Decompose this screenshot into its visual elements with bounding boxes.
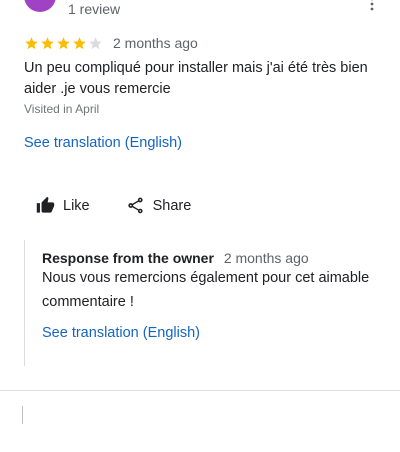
owner-response-label: Response from the owner <box>42 250 214 266</box>
star-filled-icon <box>57 36 70 49</box>
see-translation-link[interactable]: See translation (English) <box>24 135 182 151</box>
owner-response: Response from the owner 2 months ago Nou… <box>24 240 384 366</box>
review-text: Un peu compliqué pour installer mais j'a… <box>24 60 368 97</box>
star-rating <box>24 36 103 51</box>
like-button[interactable]: Like <box>36 196 90 215</box>
visited-date: Visited in April <box>24 102 100 116</box>
review-card: d 1 review 2 months ago Un peu compliqué… <box>0 0 400 452</box>
more-options-icon[interactable] <box>364 0 380 12</box>
owner-response-header: Response from the owner 2 months ago <box>42 250 309 266</box>
rating-row: 2 months ago <box>24 34 198 52</box>
text-caret <box>22 406 23 424</box>
divider <box>0 390 400 391</box>
review-date: 2 months ago <box>113 35 198 51</box>
reviewer-review-count[interactable]: 1 review <box>68 1 120 17</box>
share-label: Share <box>152 197 192 214</box>
owner-see-translation-link[interactable]: See translation (English) <box>42 325 200 341</box>
owner-response-text: Nous vous remercions également pour cet … <box>42 270 370 310</box>
thumb-up-icon <box>36 196 55 213</box>
owner-response-date: 2 months ago <box>223 250 309 266</box>
reviewer-avatar[interactable]: d <box>24 0 56 12</box>
like-label: Like <box>63 197 90 214</box>
star-filled-icon <box>25 36 38 49</box>
share-button[interactable]: Share <box>126 196 192 215</box>
star-empty-icon <box>89 36 102 49</box>
review-actions: Like Share <box>36 196 191 215</box>
star-filled-icon <box>41 36 54 49</box>
share-icon <box>127 197 143 214</box>
star-filled-icon <box>73 36 86 49</box>
